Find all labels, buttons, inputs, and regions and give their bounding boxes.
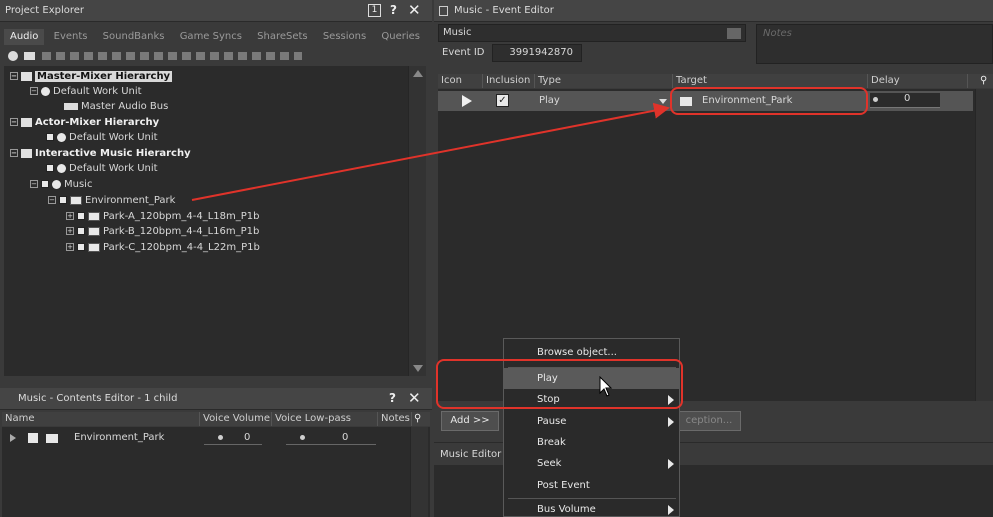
mouse-cursor-icon	[599, 376, 613, 397]
annotation-target-highlight	[670, 87, 868, 115]
annotation-menu-highlight	[436, 359, 683, 409]
annotation-overlay	[191, 87, 868, 409]
annotation-arrow	[191, 102, 670, 201]
